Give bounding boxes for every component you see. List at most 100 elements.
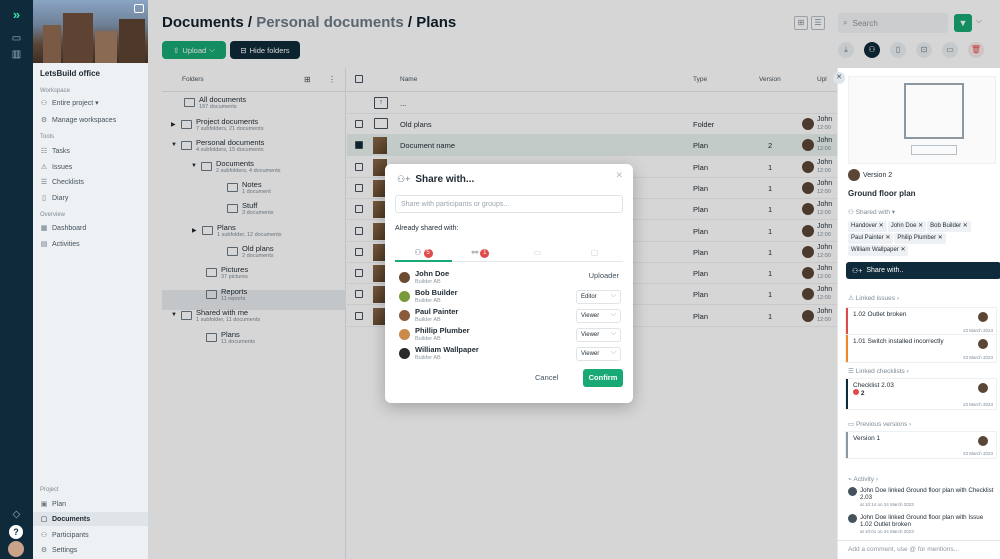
project-cover-image [33,0,148,63]
modal-title: ⚇+ Share with... [397,174,475,185]
shared-user-row: Bob Builder Builder AB Editor ⌵ [399,288,621,306]
shared-chips: Handover ✕ John Doe ✕ Bob Builder ✕ Paul Pa… [848,220,998,256]
sidebar-item-activities[interactable]: ▤ Activities [40,237,148,251]
plan-icon: ▣ [40,501,48,508]
linked-issues-header[interactable]: ⚠ Linked issues › [848,294,899,302]
user-icon: ⚇ [414,248,422,257]
chip-philip-plumber[interactable]: Philip Plumber ✕ [894,233,946,244]
checklist-card[interactable]: Checklist 2.03 2 23 March 2023 [846,379,996,409]
confirm-button[interactable]: Confirm [583,369,623,387]
linked-checklists-header[interactable]: ☰ Linked checklists › [848,367,909,375]
tab-companies[interactable]: ▭ [509,244,566,262]
sidebar-item-diary[interactable]: ▯ Diary [40,191,148,205]
checklist-icon: ☰ [40,179,48,186]
sidebar-item-issues[interactable]: ⚠ Issues [40,160,148,174]
documents-icon: ▢ [40,516,48,523]
chip-handover[interactable]: Handover ✕ [848,221,887,232]
shared-with-toggle[interactable]: ⚇ Shared with ▾ [848,208,895,216]
avatar [978,383,988,393]
project-name: LetsBuild office [40,69,101,78]
feedback-icon[interactable]: ◇ [7,508,26,522]
previous-version-card[interactable]: Version 1 23 March 2023 [846,432,996,458]
chip-paul-painter[interactable]: Paul Painter ✕ [848,233,894,244]
role-select[interactable]: Viewer ⌵ [576,309,621,323]
sidebar-item-settings[interactable]: ⚙ Settings [40,543,148,557]
close-icon[interactable]: ✕ [833,72,845,84]
plan-preview[interactable] [848,76,996,164]
diary-icon: ▯ [42,195,46,202]
activity-header[interactable]: ⌁ Activity › [848,475,878,483]
user-company: Builder AB [415,279,441,285]
group-icon: ⚯ [471,248,479,257]
user-company: Builder AB [415,336,441,342]
sidebar-item-tasks[interactable]: ☷ Tasks [40,144,148,158]
shared-user-row: Phillip Plumber Builder AB Viewer ⌵ [399,326,621,344]
avatar [399,329,410,340]
sidebar-item-manage-workspaces[interactable]: ⚙ Manage workspaces [40,113,148,127]
tab-groups[interactable]: ⚯ 1 [452,244,509,262]
chip-bob-builder[interactable]: Bob Builder ✕ [927,221,971,232]
add-user-icon: ⚇+ [852,267,863,275]
sidebar-item-plan[interactable]: ▣ Plan [40,497,148,511]
status-dot [853,389,859,395]
app-logo[interactable]: » [7,8,26,22]
avatar [978,339,988,349]
user-company: Builder AB [415,355,441,361]
warning-icon: ⚠ [40,164,48,171]
comment-input[interactable]: Add a comment, use @ for mentions... [838,540,1000,559]
sidebar-item-dashboard[interactable]: ▦ Dashboard [40,221,148,235]
company-icon: ▭ [533,248,542,257]
sidebar-item-entire-project[interactable]: ⚇ Entire project ▾ [40,96,148,110]
gear-icon: ⚙ [40,547,48,554]
issue-card[interactable]: 1.02 Outlet broken 23 March 2023 [846,308,996,335]
sidebar-item-documents[interactable]: ▢ Documents [33,512,148,526]
projects-icon[interactable]: ▭ [7,32,26,46]
workspace-icon: ▢ [590,248,599,257]
people-icon: ⚇ [40,100,48,107]
avatar [848,487,857,496]
role-label: Uploader [588,271,619,280]
share-with-button[interactable]: ⚇+ Share with.. [846,262,1000,279]
previous-versions-header[interactable]: ▭ Previous versions › [848,420,911,428]
chevron-down-icon: ⌵ [610,349,616,356]
user-name: John Doe [415,269,450,278]
avatar [978,436,988,446]
chevron-down-icon: ⌵ [610,330,616,337]
section-tools: Tools [40,134,55,140]
help-icon[interactable]: ? [9,525,23,539]
user-company: Builder AB [415,298,441,304]
tab-workspaces[interactable]: ▢ [566,244,623,262]
section-overview: Overview [40,212,66,218]
role-select[interactable]: Viewer ⌵ [576,328,621,342]
role-select[interactable]: Editor ⌵ [576,290,621,304]
issue-card[interactable]: 1.01 Switch installed incorrectly 23 Mar… [846,335,996,362]
buildings-icon[interactable]: ▥ [7,48,26,62]
share-modal: ⚇+ Share with... ✕ Share with participant… [385,164,633,403]
share-search-input[interactable]: Share with participants or groups... [395,195,623,213]
chevron-down-icon: ⌵ [610,311,616,318]
shared-user-row: John Doe Builder AB Uploader [399,269,621,287]
user-name: Bob Builder [415,288,458,297]
sidebar-item-participants[interactable]: ⚇ Participants [40,528,148,542]
add-user-icon: ⚇+ [397,174,411,184]
chip-john-doe[interactable]: John Doe ✕ [887,221,927,232]
dashboard-icon: ▦ [40,225,48,232]
activities-icon: ▤ [40,241,48,248]
section-project: Project [40,487,59,493]
tasks-icon: ☷ [40,148,48,155]
camera-icon[interactable] [134,4,144,13]
version-label: Version 2 [848,169,892,181]
sidebar-item-checklists[interactable]: ☰ Checklists [40,175,148,189]
document-title: Ground floor plan [848,189,916,198]
avatar [399,291,410,302]
close-icon[interactable]: ✕ [615,170,623,181]
cancel-button[interactable]: Cancel [535,373,558,382]
chip-william-wallpaper[interactable]: William Wallpaper ✕ [848,245,909,256]
shared-user-row: Paul Painter Builder AB Viewer ⌵ [399,307,621,325]
avatar [848,514,857,523]
role-select[interactable]: Viewer ⌵ [576,347,621,361]
tab-users[interactable]: ⚇ 5 [395,244,452,262]
user-avatar[interactable] [8,541,24,557]
user-name: Phillip Plumber [415,326,470,335]
avatar [399,272,410,283]
